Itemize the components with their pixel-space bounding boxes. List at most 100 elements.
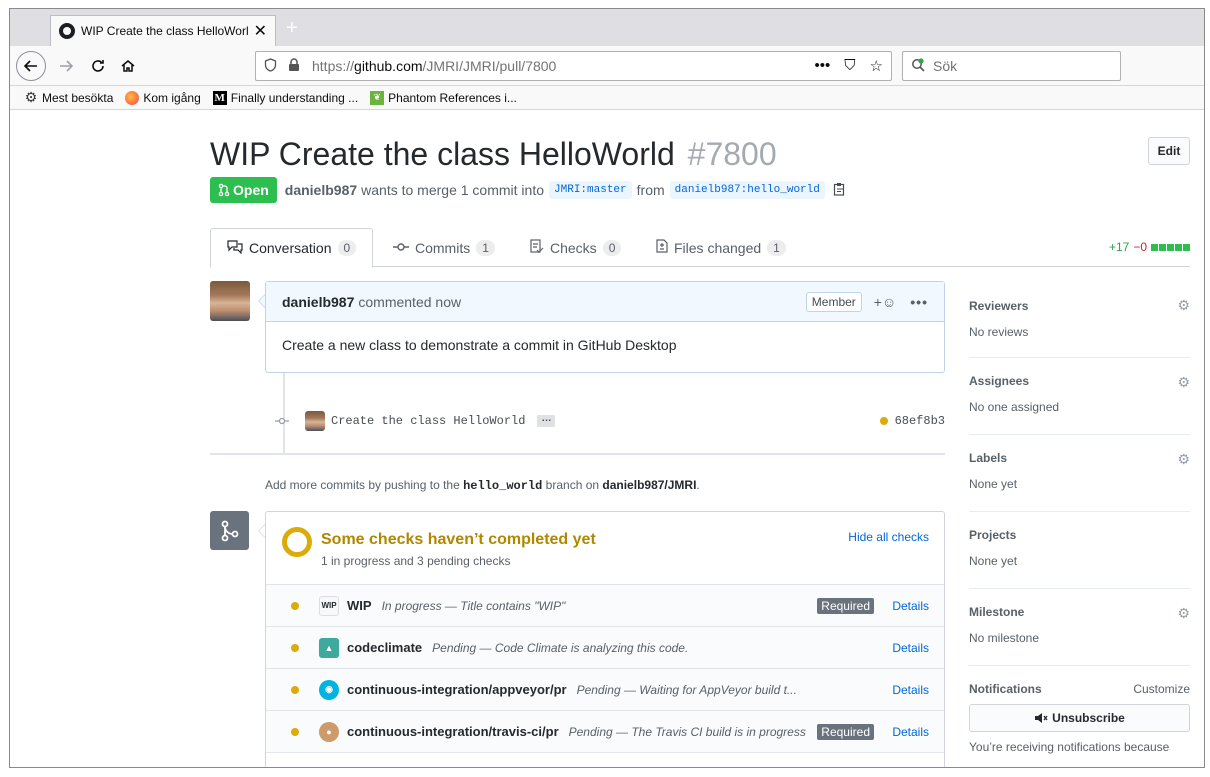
browser-tab[interactable]: WIP Create the class HelloWorld ✕: [50, 15, 276, 46]
pending-ring-icon: [282, 527, 312, 557]
expand-commit-button[interactable]: …: [537, 414, 556, 427]
tab-conversation[interactable]: Conversation 0: [210, 228, 374, 268]
reload-icon: [92, 60, 104, 72]
gear-icon[interactable]: ⚙: [1177, 297, 1190, 314]
codeclimate-icon: ▲: [319, 637, 339, 658]
page-content: WIP Create the class HelloWorld #7800 Ed…: [10, 110, 1204, 767]
reload-button[interactable]: [84, 52, 112, 80]
comment-body: Create a new class to demonstrate a comm…: [282, 337, 677, 353]
url-domain: github.com: [354, 58, 423, 74]
check-details-link[interactable]: Details: [892, 641, 929, 655]
check-name: WIP: [347, 598, 372, 613]
gear-icon[interactable]: ⚙: [1177, 605, 1190, 622]
tab-label: Checks: [550, 239, 597, 256]
sidebar-value: None yet: [969, 554, 1018, 568]
tab-label: Conversation: [249, 240, 332, 256]
check-name: continuous-integration/appveyor/pr: [347, 682, 567, 697]
tab-count: 1: [476, 239, 495, 256]
back-arrow-icon: [23, 60, 37, 72]
bookmark-item[interactable]: M Finally understanding ...: [212, 90, 358, 105]
check-name: continuous-integration/travis-ci/pr: [347, 724, 559, 739]
bookmark-item[interactable]: ⚙ Mest besökta: [24, 89, 114, 105]
base-branch[interactable]: JMRI:master: [549, 181, 632, 199]
check-details-link[interactable]: Details: [892, 599, 929, 613]
commit-author-avatar[interactable]: [305, 411, 325, 431]
pending-status-icon: [291, 601, 299, 610]
pr-tabs: Conversation 0 Commits 1 Checks 0 Files …: [210, 228, 1190, 268]
mute-icon: [1035, 713, 1048, 723]
unsubscribe-button[interactable]: Unsubscribe: [969, 704, 1190, 732]
appveyor-icon: ◉: [319, 679, 339, 700]
comment-timestamp[interactable]: commented now: [358, 294, 461, 310]
check-row: ▲ codeclimate Pending — Code Climate is …: [266, 627, 944, 669]
head-branch[interactable]: danielb987:hello_world: [669, 181, 825, 199]
gear-icon[interactable]: ⚙: [1177, 374, 1190, 391]
lock-icon[interactable]: [288, 57, 304, 75]
commit-message-link[interactable]: Create the class HelloWorld: [331, 414, 525, 428]
customize-link[interactable]: Customize: [1133, 682, 1190, 696]
address-bar[interactable]: https://github.com/JMRI/JMRI/pull/7800 •…: [255, 51, 892, 81]
notification-note: You’re receiving notifications because: [969, 740, 1170, 754]
sidebar-label: Milestone: [969, 605, 1025, 619]
tab-count: 0: [602, 239, 622, 256]
sidebar-notifications: Notifications Customize Unsubscribe You’…: [969, 666, 1190, 754]
state-badge: Open: [210, 177, 277, 203]
commit-icon: [275, 414, 289, 428]
clipboard-icon[interactable]: [833, 182, 846, 199]
add-reaction-button[interactable]: +☺: [874, 294, 896, 310]
member-badge: Member: [805, 291, 862, 312]
commit-status: 68ef8b3: [879, 414, 945, 428]
navigation-toolbar: https://github.com/JMRI/JMRI/pull/7800 •…: [10, 46, 1204, 86]
tab-commits[interactable]: Commits 1: [377, 228, 511, 267]
sidebar-value: No one assigned: [969, 400, 1060, 414]
close-tab-icon[interactable]: ✕: [254, 21, 267, 41]
check-name: codeclimate: [347, 640, 423, 655]
bookmarks-toolbar: ⚙ Mest besökta Kom igång M Finally under…: [10, 86, 1204, 110]
bookmark-label: Mest besökta: [42, 90, 114, 105]
tab-count: 1: [767, 239, 786, 256]
leaf-icon: ❦: [370, 90, 385, 105]
checks-subtitle: 1 in progress and 3 pending checks: [321, 554, 511, 568]
pending-status-icon: [291, 727, 299, 736]
check-details-link[interactable]: Details: [892, 683, 929, 697]
tab-label: Commits: [415, 239, 471, 256]
tab-label: Files changed: [674, 239, 762, 256]
bookmark-item[interactable]: Kom igång: [125, 90, 201, 105]
github-favicon-icon: [59, 23, 75, 39]
tracking-shield-icon[interactable]: [264, 57, 280, 75]
hide-all-checks-link[interactable]: Hide all checks: [848, 530, 929, 544]
commit-sha-link[interactable]: 68ef8b3: [895, 414, 945, 428]
edit-button[interactable]: Edit: [1148, 137, 1190, 165]
check-details-link[interactable]: Details: [892, 725, 929, 739]
check-description: Pending — Waiting for AppVeyor build t..…: [576, 682, 797, 697]
checks-header: Some checks haven’t completed yet 1 in p…: [266, 512, 944, 585]
forward-button[interactable]: [52, 52, 80, 80]
bookmark-item[interactable]: ❦ Phantom References i...: [370, 90, 517, 105]
comment-author-link[interactable]: danielb987: [282, 294, 354, 310]
new-tab-button[interactable]: +: [286, 17, 298, 40]
push-hint-branch: hello_world: [463, 479, 543, 493]
comment-options-button[interactable]: •••: [910, 294, 928, 310]
avatar[interactable]: [210, 281, 250, 321]
bookmark-star-icon[interactable]: ☆: [870, 57, 883, 75]
sidebar-milestone: Milestone No milestone ⚙: [969, 589, 1190, 666]
pending-status-icon: [291, 643, 299, 652]
back-button[interactable]: [16, 51, 46, 81]
gear-icon[interactable]: ⚙: [1177, 451, 1190, 468]
tab-files-changed[interactable]: Files changed 1: [640, 228, 802, 267]
pr-author-link[interactable]: danielb987: [285, 182, 357, 198]
check-description: Pending — Code Climate is analyzing this…: [432, 640, 689, 655]
merge-text-from: from: [636, 182, 665, 198]
git-merge-icon: [210, 511, 249, 550]
home-button[interactable]: [114, 52, 142, 80]
unsubscribe-label: Unsubscribe: [1052, 711, 1125, 725]
search-bar[interactable]: Sök: [902, 51, 1121, 81]
pocket-icon[interactable]: ⛉: [844, 57, 855, 75]
pending-status-icon[interactable]: [879, 417, 888, 425]
tab-checks[interactable]: Checks 0: [514, 228, 637, 267]
sidebar-value: None yet: [969, 477, 1018, 491]
diffstat-blocks: [1151, 243, 1190, 251]
page-actions-icon[interactable]: •••: [815, 57, 831, 75]
pr-title-text: WIP Create the class HelloWorld: [210, 136, 675, 172]
commit-icon: [393, 240, 409, 255]
